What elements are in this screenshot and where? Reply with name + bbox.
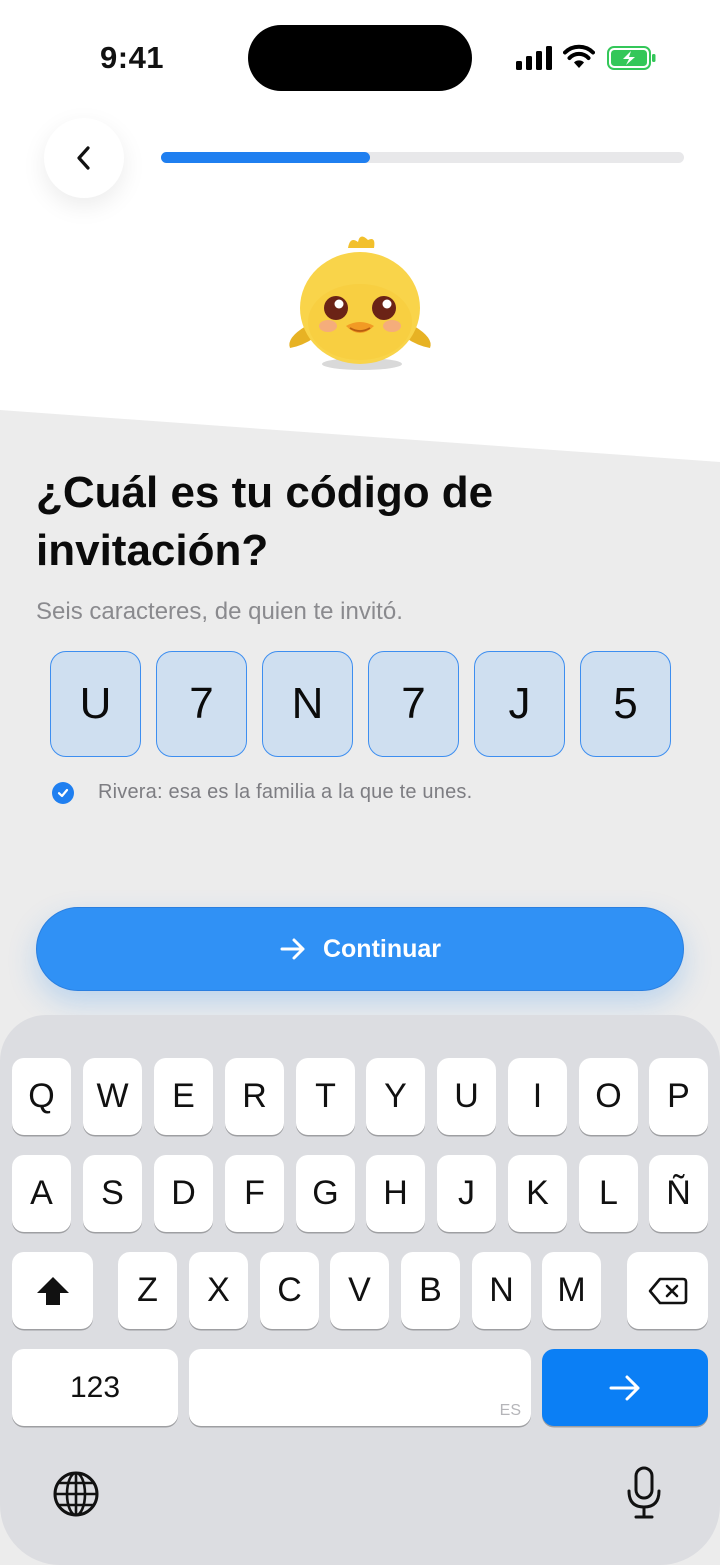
key-h[interactable]: H [366, 1155, 425, 1232]
key-z[interactable]: Z [118, 1252, 177, 1329]
arrow-right-icon [609, 1375, 640, 1400]
shift-key[interactable] [12, 1252, 93, 1329]
continue-button[interactable]: Continuar [36, 907, 684, 991]
wifi-icon [563, 44, 595, 68]
key-i[interactable]: I [508, 1058, 567, 1135]
invite-code-input[interactable]: U 7 N 7 J 5 [50, 651, 671, 757]
checkmark-icon [52, 781, 74, 804]
page-title: ¿Cuál es tu código de invitación? [36, 468, 494, 575]
globe-icon[interactable] [52, 1470, 100, 1518]
key-x[interactable]: X [189, 1252, 248, 1329]
key-u[interactable]: U [437, 1058, 496, 1135]
key-b[interactable]: B [401, 1252, 460, 1329]
code-digit-box[interactable]: 5 [580, 651, 671, 757]
key-a[interactable]: A [12, 1155, 71, 1232]
key-e[interactable]: E [154, 1058, 213, 1135]
onscreen-keyboard: Q W E R T Y U I O P A S D F G H J K L Ñ … [0, 1015, 720, 1565]
key-w[interactable]: W [83, 1058, 142, 1135]
progress-bar [161, 152, 684, 163]
code-digit-box[interactable]: 7 [156, 651, 247, 757]
confirmation-text: Rivera: esa es la familia a la que te un… [98, 781, 473, 803]
arrow-right-icon [280, 938, 305, 960]
key-v[interactable]: V [330, 1252, 389, 1329]
cellular-signal-icon [516, 46, 552, 70]
microphone-icon[interactable] [624, 1465, 664, 1521]
page-subtitle: Seis caracteres, de quien te invitó. [36, 598, 403, 625]
key-s[interactable]: S [83, 1155, 142, 1232]
key-m[interactable]: M [542, 1252, 601, 1329]
code-digit-box[interactable]: 7 [368, 651, 459, 757]
status-time: 9:41 [100, 40, 165, 75]
key-c[interactable]: C [260, 1252, 319, 1329]
code-digit-box[interactable]: U [50, 651, 141, 757]
backspace-icon [648, 1277, 687, 1304]
key-k[interactable]: K [508, 1155, 567, 1232]
invite-code-screen: 9:41 ¿Cuál es tu código de invitación? S… [0, 0, 720, 1565]
key-q[interactable]: Q [12, 1058, 71, 1135]
backspace-key[interactable] [627, 1252, 708, 1329]
chevron-left-icon [77, 146, 90, 170]
progress-bar-fill [161, 152, 371, 163]
family-confirmation: Rivera: esa es la familia a la que te un… [52, 781, 472, 804]
key-t[interactable]: T [296, 1058, 355, 1135]
code-digit-box[interactable]: N [262, 651, 353, 757]
keyboard-language-tag: ES [499, 1402, 521, 1419]
key-p[interactable]: P [649, 1058, 708, 1135]
back-button[interactable] [44, 118, 124, 198]
key-y[interactable]: Y [366, 1058, 425, 1135]
chick-mascot-icon [289, 236, 431, 370]
key-g[interactable]: G [296, 1155, 355, 1232]
key-l[interactable]: L [579, 1155, 638, 1232]
key-enye[interactable]: Ñ [649, 1155, 708, 1232]
space-bar[interactable]: ES [189, 1349, 531, 1426]
go-key[interactable] [542, 1349, 708, 1426]
code-digit-box[interactable]: J [474, 651, 565, 757]
key-n[interactable]: N [472, 1252, 531, 1329]
key-f[interactable]: F [225, 1155, 284, 1232]
continue-button-label: Continuar [322, 934, 442, 963]
key-j[interactable]: J [437, 1155, 496, 1232]
numbers-key[interactable]: 123 [12, 1349, 178, 1426]
key-r[interactable]: R [225, 1058, 284, 1135]
shift-icon [36, 1276, 69, 1305]
dynamic-island [248, 25, 472, 91]
battery-charging-icon [607, 46, 656, 70]
key-d[interactable]: D [154, 1155, 213, 1232]
key-o[interactable]: O [579, 1058, 638, 1135]
